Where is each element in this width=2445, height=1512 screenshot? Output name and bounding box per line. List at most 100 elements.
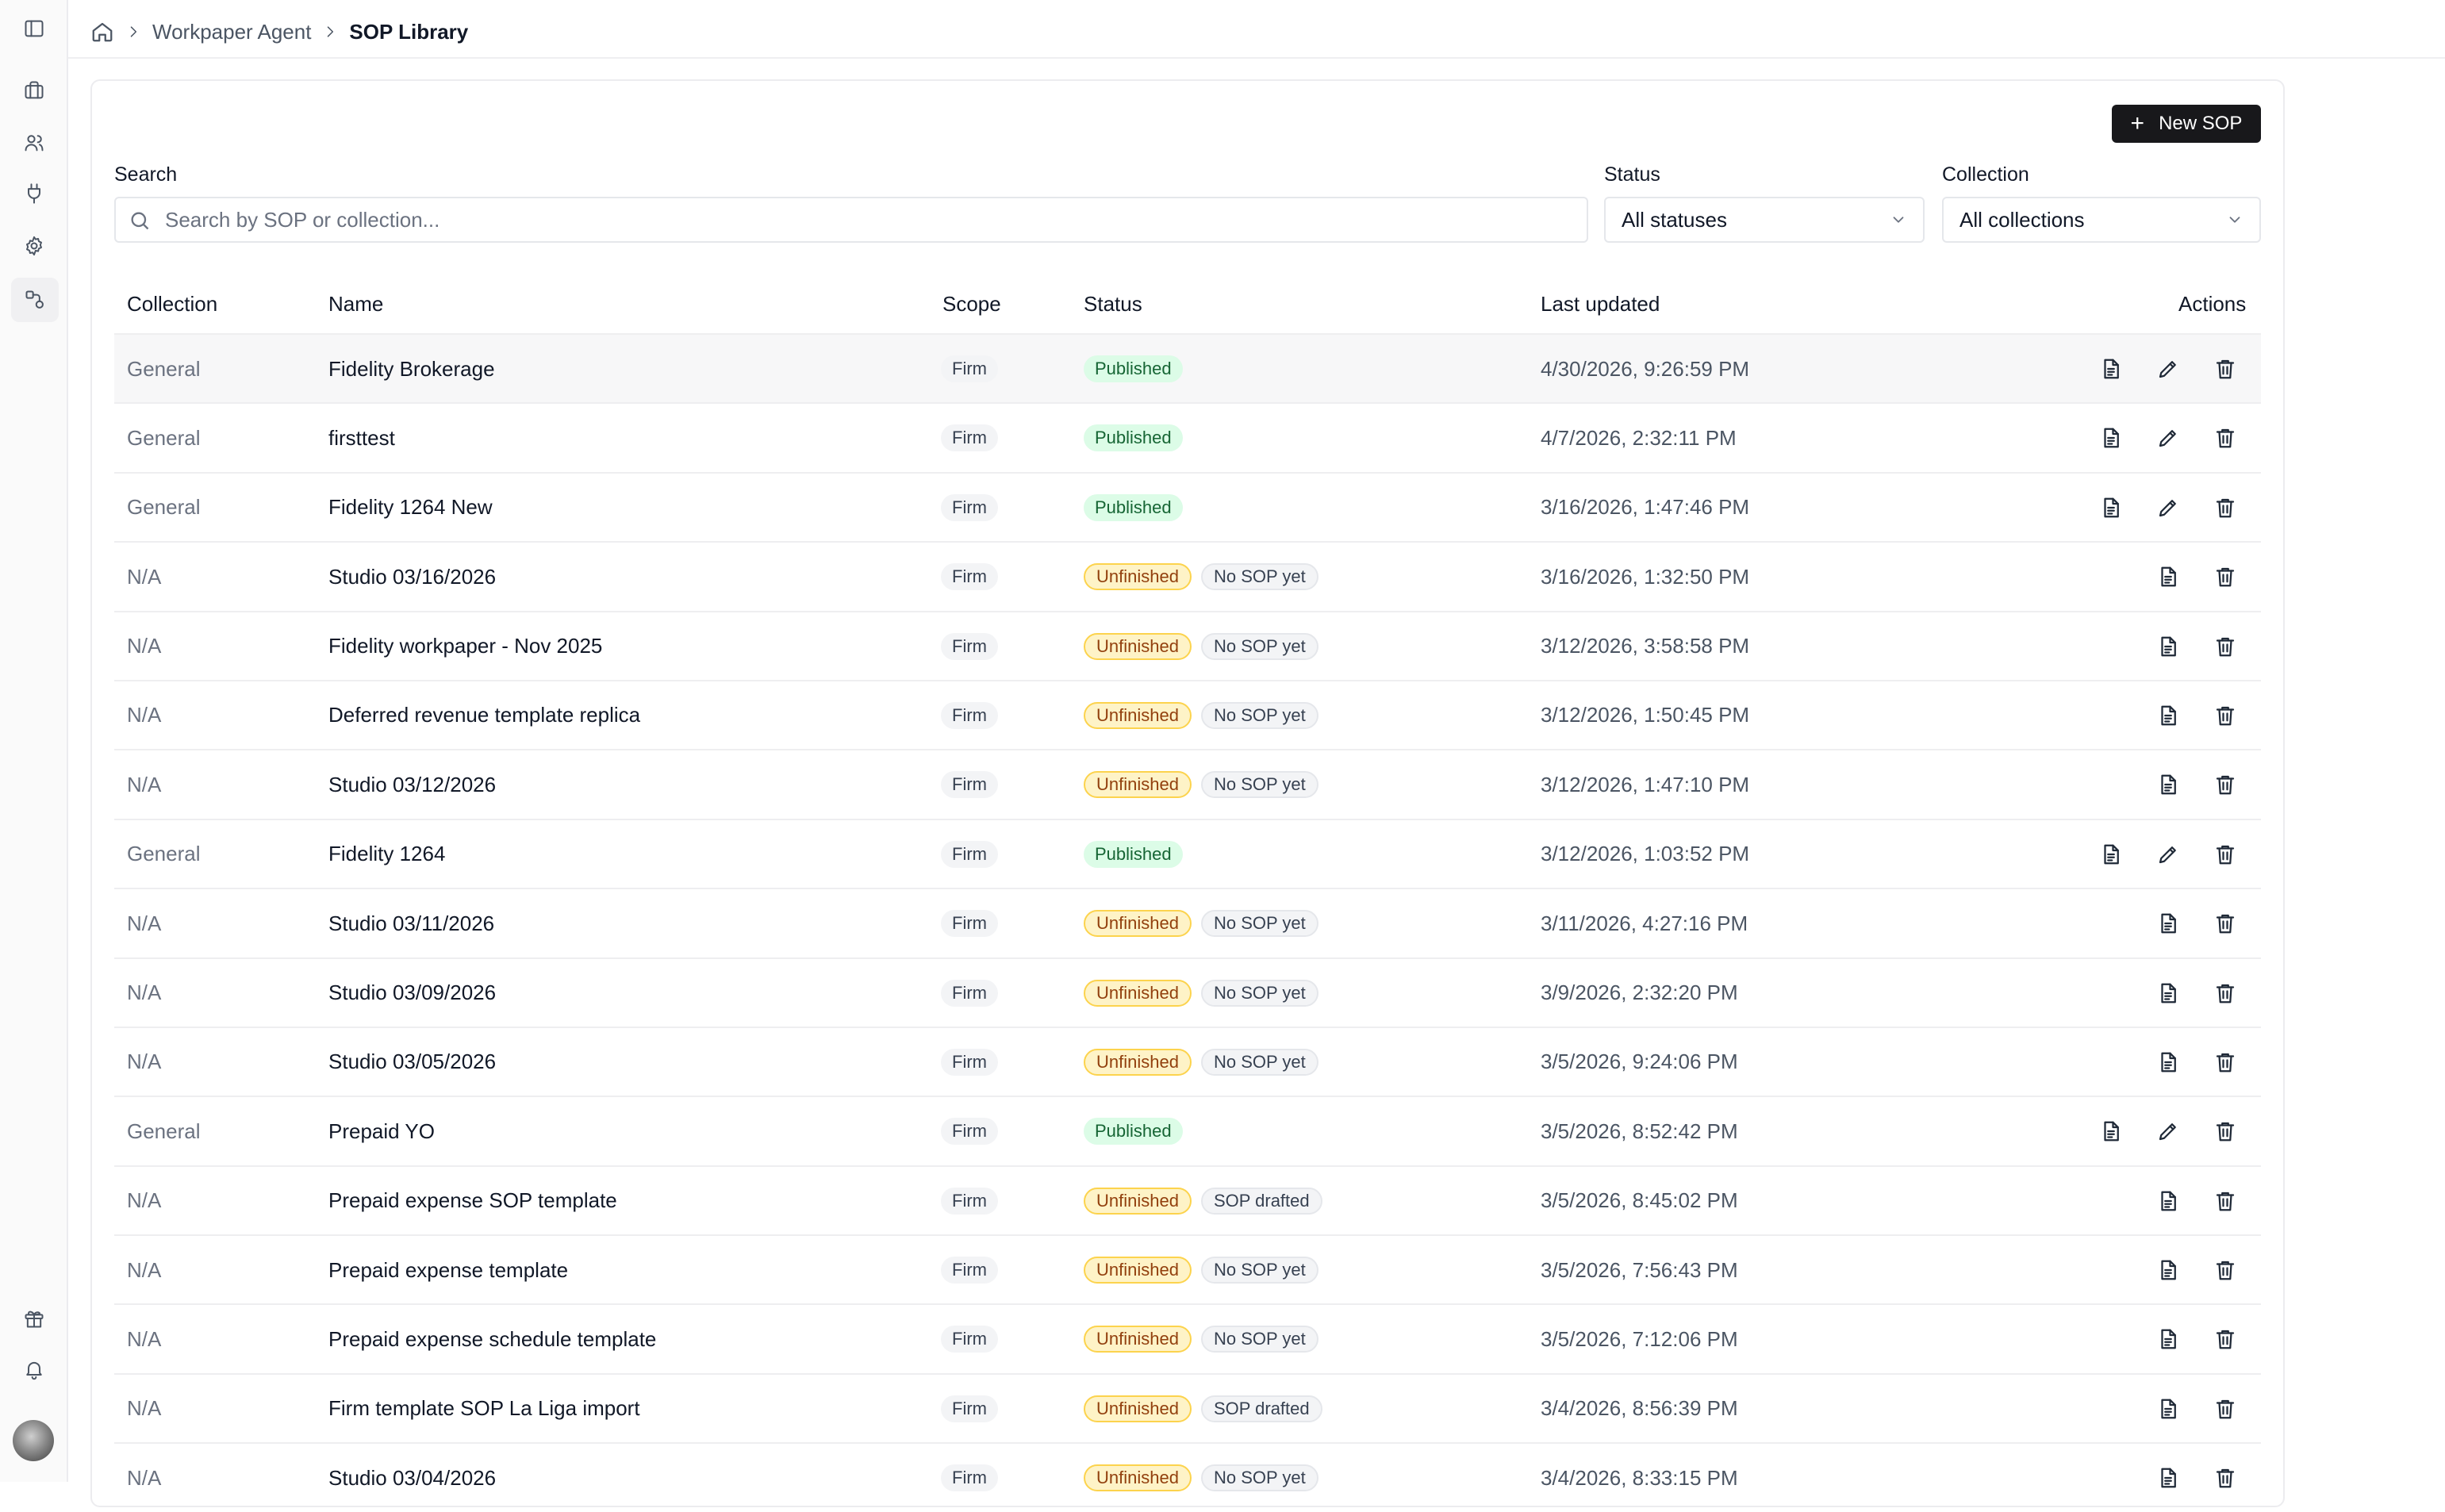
cell-scope: Firm bbox=[941, 543, 998, 611]
table-row[interactable]: N/A Fidelity workpaper - Nov 2025 Firm U… bbox=[114, 610, 2261, 681]
view-document-icon[interactable] bbox=[2099, 357, 2123, 381]
cell-name[interactable]: Fidelity 1264 New bbox=[328, 474, 493, 542]
table-row[interactable]: N/A Studio 03/16/2026 Firm Unfinished No… bbox=[114, 541, 2261, 610]
table-row[interactable]: General firsttest Firm Published 4/7/202… bbox=[114, 402, 2261, 471]
cell-status: Published bbox=[1084, 404, 1183, 472]
cell-name[interactable]: Studio 03/05/2026 bbox=[328, 1028, 496, 1096]
view-document-icon[interactable] bbox=[2156, 1327, 2180, 1351]
table-row[interactable]: General Prepaid YO Firm Published 3/5/20… bbox=[114, 1096, 2261, 1165]
view-document-icon[interactable] bbox=[2099, 842, 2123, 866]
collection-select-value: All collections bbox=[1959, 207, 2085, 232]
table-row[interactable]: N/A Firm template SOP La Liga import Fir… bbox=[114, 1372, 2261, 1443]
edit-pencil-icon[interactable] bbox=[2156, 426, 2180, 450]
view-document-icon[interactable] bbox=[2156, 1397, 2180, 1421]
view-document-icon[interactable] bbox=[2099, 496, 2123, 520]
delete-trash-icon[interactable] bbox=[2213, 704, 2237, 727]
status-badge: Published bbox=[1084, 840, 1183, 868]
new-sop-button[interactable]: + New SOP bbox=[2112, 105, 2261, 143]
delete-trash-icon[interactable] bbox=[2213, 981, 2237, 1005]
cell-name[interactable]: Fidelity Brokerage bbox=[328, 335, 495, 403]
cell-name[interactable]: firsttest bbox=[328, 404, 395, 472]
sidebar-toggle-icon[interactable] bbox=[0, 6, 68, 51]
view-document-icon[interactable] bbox=[2156, 773, 2180, 796]
view-document-icon[interactable] bbox=[2156, 911, 2180, 935]
cell-name[interactable]: Prepaid expense schedule template bbox=[328, 1305, 656, 1373]
cell-scope: Firm bbox=[941, 404, 998, 472]
cell-name[interactable]: Prepaid YO bbox=[328, 1097, 435, 1165]
cell-name[interactable]: Deferred revenue template replica bbox=[328, 681, 640, 750]
view-document-icon[interactable] bbox=[2156, 981, 2180, 1005]
collection-select[interactable]: All collections bbox=[1942, 197, 2261, 243]
table-row[interactable]: N/A Prepaid expense SOP template Firm Un… bbox=[114, 1165, 2261, 1234]
view-document-icon[interactable] bbox=[2156, 1466, 2180, 1490]
cell-name[interactable]: Prepaid expense template bbox=[328, 1236, 568, 1304]
cell-name[interactable]: Fidelity workpaper - Nov 2025 bbox=[328, 612, 602, 681]
edit-pencil-icon[interactable] bbox=[2156, 842, 2180, 866]
cell-name[interactable]: Studio 03/04/2026 bbox=[328, 1444, 496, 1512]
cell-name[interactable]: Studio 03/09/2026 bbox=[328, 959, 496, 1027]
delete-trash-icon[interactable] bbox=[2213, 1189, 2237, 1213]
table-row[interactable]: N/A Studio 03/12/2026 Firm Unfinished No… bbox=[114, 749, 2261, 818]
cell-name[interactable]: Studio 03/12/2026 bbox=[328, 750, 496, 819]
view-document-icon[interactable] bbox=[2156, 704, 2180, 727]
cell-status: Published bbox=[1084, 1097, 1183, 1165]
table-row[interactable]: N/A Studio 03/04/2026 Firm Unfinished No… bbox=[114, 1442, 2261, 1511]
delete-trash-icon[interactable] bbox=[2213, 1327, 2237, 1351]
table-row[interactable]: N/A Deferred revenue template replica Fi… bbox=[114, 679, 2261, 750]
cell-name[interactable]: Studio 03/11/2026 bbox=[328, 889, 494, 957]
cell-name[interactable]: Studio 03/16/2026 bbox=[328, 543, 496, 611]
view-document-icon[interactable] bbox=[2099, 1119, 2123, 1143]
edit-pencil-icon[interactable] bbox=[2156, 1119, 2180, 1143]
edit-pencil-icon[interactable] bbox=[2156, 357, 2180, 381]
cell-name[interactable]: Firm template SOP La Liga import bbox=[328, 1375, 640, 1443]
view-document-icon[interactable] bbox=[2099, 426, 2123, 450]
view-document-icon[interactable] bbox=[2156, 635, 2180, 658]
gift-icon[interactable] bbox=[0, 1296, 68, 1341]
edit-pencil-icon[interactable] bbox=[2156, 496, 2180, 520]
briefcase-icon[interactable] bbox=[0, 68, 68, 113]
bell-icon[interactable] bbox=[0, 1347, 68, 1391]
search-input[interactable] bbox=[163, 206, 1587, 233]
settings-icon[interactable] bbox=[0, 224, 68, 268]
delete-trash-icon[interactable] bbox=[2213, 496, 2237, 520]
workflow-icon[interactable] bbox=[11, 278, 59, 322]
cell-name[interactable]: Prepaid expense SOP template bbox=[328, 1167, 617, 1235]
new-sop-label: New SOP bbox=[2159, 113, 2243, 134]
delete-trash-icon[interactable] bbox=[2213, 357, 2237, 381]
delete-trash-icon[interactable] bbox=[2213, 1050, 2237, 1074]
view-document-icon[interactable] bbox=[2156, 1258, 2180, 1282]
users-icon[interactable] bbox=[0, 121, 68, 165]
delete-trash-icon[interactable] bbox=[2213, 911, 2237, 935]
table-row[interactable]: General Fidelity 1264 New Firm Published… bbox=[114, 471, 2261, 542]
delete-trash-icon[interactable] bbox=[2213, 565, 2237, 589]
view-document-icon[interactable] bbox=[2156, 1189, 2180, 1213]
delete-trash-icon[interactable] bbox=[2213, 842, 2237, 866]
delete-trash-icon[interactable] bbox=[2213, 635, 2237, 658]
table-row[interactable]: N/A Studio 03/11/2026 Firm Unfinished No… bbox=[114, 888, 2261, 957]
delete-trash-icon[interactable] bbox=[2213, 1397, 2237, 1421]
table-row[interactable]: N/A Prepaid expense schedule template Fi… bbox=[114, 1303, 2261, 1372]
table-row[interactable]: General Fidelity Brokerage Firm Publishe… bbox=[114, 333, 2261, 403]
delete-trash-icon[interactable] bbox=[2213, 426, 2237, 450]
view-document-icon[interactable] bbox=[2156, 565, 2180, 589]
sop-state-badge: No SOP yet bbox=[1200, 1464, 1318, 1492]
breadcrumb-parent[interactable]: Workpaper Agent bbox=[152, 20, 311, 44]
cell-last-updated: 3/5/2026, 8:52:42 PM bbox=[1541, 1119, 1738, 1143]
table-row[interactable]: General Fidelity 1264 Firm Published 3/1… bbox=[114, 818, 2261, 888]
table-row[interactable]: N/A Studio 03/05/2026 Firm Unfinished No… bbox=[114, 1026, 2261, 1096]
cell-scope: Firm bbox=[941, 474, 998, 542]
table-row[interactable]: N/A Prepaid expense template Firm Unfini… bbox=[114, 1234, 2261, 1303]
home-icon[interactable] bbox=[90, 20, 114, 44]
delete-trash-icon[interactable] bbox=[2213, 1119, 2237, 1143]
delete-trash-icon[interactable] bbox=[2213, 1466, 2237, 1490]
cell-status: Unfinished No SOP yet bbox=[1084, 1444, 1318, 1512]
delete-trash-icon[interactable] bbox=[2213, 1258, 2237, 1282]
status-select[interactable]: All statuses bbox=[1604, 197, 1925, 243]
plug-icon[interactable] bbox=[0, 171, 68, 216]
table-row[interactable]: N/A Studio 03/09/2026 Firm Unfinished No… bbox=[114, 957, 2261, 1027]
delete-trash-icon[interactable] bbox=[2213, 773, 2237, 796]
user-avatar[interactable] bbox=[13, 1420, 54, 1461]
view-document-icon[interactable] bbox=[2156, 1050, 2180, 1074]
cell-name[interactable]: Fidelity 1264 bbox=[328, 820, 445, 888]
cell-scope: Firm bbox=[941, 1375, 998, 1443]
